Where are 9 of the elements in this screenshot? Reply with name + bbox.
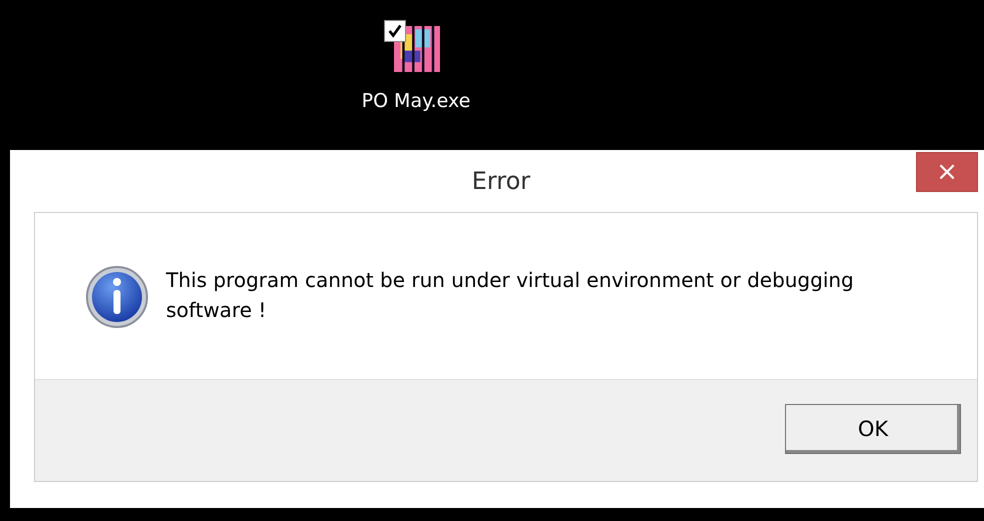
window-title: Error (472, 167, 530, 195)
striped-app-icon[interactable] (394, 26, 440, 72)
checkmark-icon (386, 22, 404, 40)
icon-label[interactable]: PO May.exe (362, 90, 470, 112)
info-icon (85, 265, 149, 329)
checkbox[interactable] (384, 20, 406, 42)
ok-button[interactable]: OK (785, 404, 961, 454)
close-button[interactable]: × (916, 152, 978, 192)
error-message: This program cannot be run under virtual environment or debugging software ! (166, 267, 855, 324)
